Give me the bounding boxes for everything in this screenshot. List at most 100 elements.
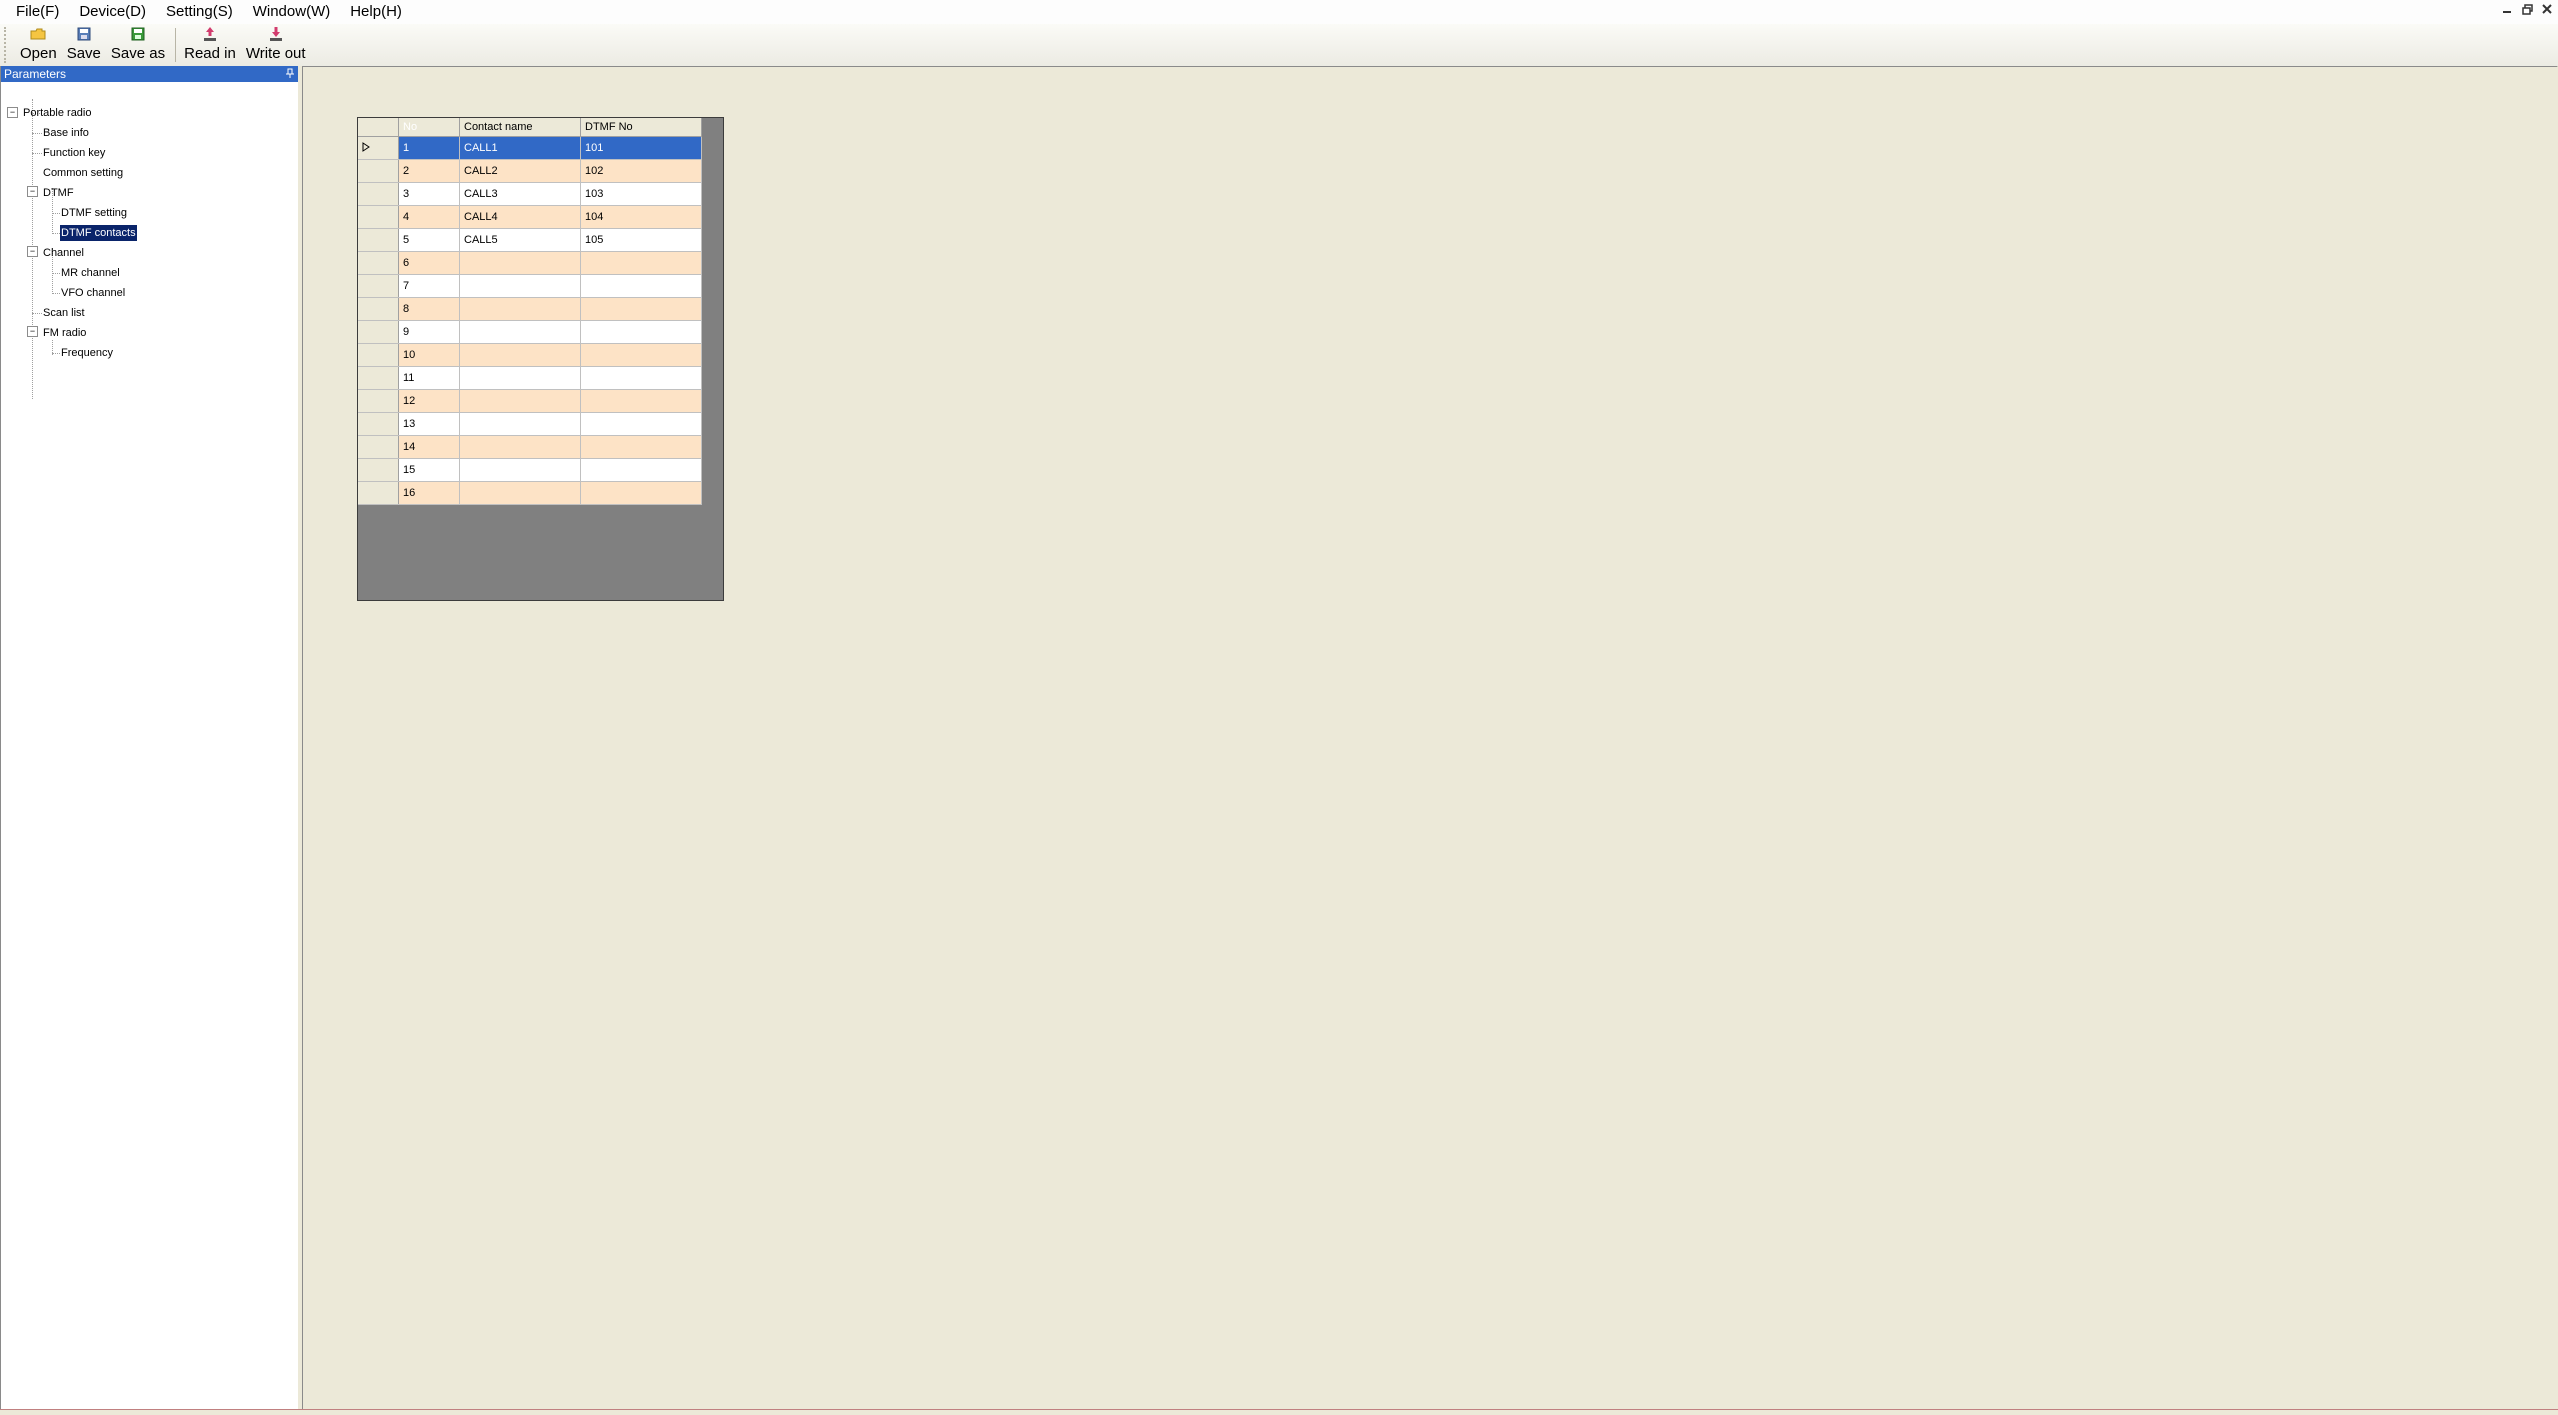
save-as-button[interactable]: Save as	[107, 24, 169, 62]
tree-item-frequency[interactable]: Frequency	[61, 345, 113, 361]
cell-dtmf-no[interactable]	[580, 274, 702, 298]
cell-no[interactable]: 3	[398, 182, 460, 206]
row-header[interactable]	[358, 136, 399, 160]
table-row[interactable]: 12	[358, 389, 702, 413]
cell-no[interactable]: 1	[398, 136, 460, 160]
close-icon[interactable]	[2540, 2, 2554, 16]
row-header[interactable]	[358, 366, 399, 390]
cell-dtmf-no[interactable]: 105	[580, 228, 702, 252]
tree-item-vfo-channel[interactable]: VFO channel	[61, 285, 125, 301]
cell-dtmf-no[interactable]	[580, 458, 702, 482]
cell-dtmf-no[interactable]	[580, 435, 702, 459]
tree-item-dtmf-setting[interactable]: DTMF setting	[61, 205, 127, 221]
row-header[interactable]	[358, 251, 399, 275]
menu-file[interactable]: File(F)	[0, 0, 69, 24]
cell-no[interactable]: 8	[398, 297, 460, 321]
table-row[interactable]: 11	[358, 366, 702, 390]
table-row[interactable]: 7	[358, 274, 702, 298]
table-row[interactable]: 16	[358, 481, 702, 505]
tree-item-function-key[interactable]: Function key	[43, 145, 105, 161]
row-header[interactable]	[358, 228, 399, 252]
cell-no[interactable]: 7	[398, 274, 460, 298]
cell-no[interactable]: 14	[398, 435, 460, 459]
cell-contact-name[interactable]: CALL4	[459, 205, 581, 229]
cell-no[interactable]: 10	[398, 343, 460, 367]
cell-no[interactable]: 13	[398, 412, 460, 436]
table-row[interactable]: 4 CALL4 104	[358, 205, 702, 229]
cell-contact-name[interactable]: CALL3	[459, 182, 581, 206]
table-row[interactable]: 5 CALL5 105	[358, 228, 702, 252]
cell-dtmf-no[interactable]: 101	[580, 136, 702, 160]
cell-dtmf-no[interactable]: 104	[580, 205, 702, 229]
table-row[interactable]: 1 CALL1 101	[358, 136, 702, 160]
cell-no[interactable]: 15	[398, 458, 460, 482]
open-button[interactable]: Open	[16, 24, 61, 62]
cell-dtmf-no[interactable]: 103	[580, 182, 702, 206]
cell-dtmf-no[interactable]	[580, 297, 702, 321]
cell-no[interactable]: 2	[398, 159, 460, 183]
cell-no[interactable]: 5	[398, 228, 460, 252]
restore-icon[interactable]	[2520, 2, 2534, 16]
table-row[interactable]: 14	[358, 435, 702, 459]
cell-dtmf-no[interactable]	[580, 481, 702, 505]
collapse-icon[interactable]: −	[27, 186, 38, 197]
cell-contact-name[interactable]	[459, 343, 581, 367]
cell-contact-name[interactable]	[459, 320, 581, 344]
row-header[interactable]	[358, 297, 399, 321]
row-header[interactable]	[358, 435, 399, 459]
minimize-icon[interactable]	[2500, 2, 2514, 16]
cell-dtmf-no[interactable]	[580, 412, 702, 436]
menu-setting[interactable]: Setting(S)	[156, 0, 243, 24]
tree-item-common-setting[interactable]: Common setting	[43, 165, 123, 181]
cell-contact-name[interactable]: CALL5	[459, 228, 581, 252]
save-button[interactable]: Save	[63, 24, 105, 62]
cell-dtmf-no[interactable]	[580, 366, 702, 390]
row-header[interactable]	[358, 159, 399, 183]
menu-device[interactable]: Device(D)	[69, 0, 156, 24]
row-header[interactable]	[358, 343, 399, 367]
table-row[interactable]: 10	[358, 343, 702, 367]
row-header[interactable]	[358, 320, 399, 344]
table-row[interactable]: 3 CALL3 103	[358, 182, 702, 206]
read-in-button[interactable]: Read in	[180, 24, 240, 62]
write-out-button[interactable]: Write out	[242, 24, 310, 62]
cell-no[interactable]: 11	[398, 366, 460, 390]
cell-no[interactable]: 9	[398, 320, 460, 344]
cell-no[interactable]: 6	[398, 251, 460, 275]
cell-contact-name[interactable]	[459, 297, 581, 321]
cell-contact-name[interactable]	[459, 458, 581, 482]
column-header-dtmf-no[interactable]: DTMF No	[580, 118, 702, 137]
table-row[interactable]: 8	[358, 297, 702, 321]
table-row[interactable]: 6	[358, 251, 702, 275]
cell-contact-name[interactable]	[459, 274, 581, 298]
table-row[interactable]: 13	[358, 412, 702, 436]
tree-item-dtmf-contacts[interactable]: DTMF contacts	[60, 225, 137, 241]
row-header[interactable]	[358, 205, 399, 229]
row-header[interactable]	[358, 481, 399, 505]
cell-no[interactable]: 16	[398, 481, 460, 505]
tree-item-dtmf[interactable]: DTMF	[43, 185, 74, 201]
cell-contact-name[interactable]	[459, 435, 581, 459]
cell-contact-name[interactable]	[459, 366, 581, 390]
cell-dtmf-no[interactable]	[580, 320, 702, 344]
cell-contact-name[interactable]: CALL2	[459, 159, 581, 183]
row-header[interactable]	[358, 182, 399, 206]
cell-contact-name[interactable]	[459, 481, 581, 505]
tree-item-base-info[interactable]: Base info	[43, 125, 89, 141]
tree-item-mr-channel[interactable]: MR channel	[61, 265, 120, 281]
cell-no[interactable]: 12	[398, 389, 460, 413]
cell-contact-name[interactable]	[459, 251, 581, 275]
collapse-icon[interactable]: −	[27, 326, 38, 337]
cell-dtmf-no[interactable]	[580, 343, 702, 367]
menu-help[interactable]: Help(H)	[340, 0, 412, 24]
cell-contact-name[interactable]: CALL1	[459, 136, 581, 160]
table-row[interactable]: 15	[358, 458, 702, 482]
collapse-icon[interactable]: −	[7, 107, 18, 118]
column-header-no[interactable]: No	[398, 118, 460, 137]
collapse-icon[interactable]: −	[27, 246, 38, 257]
cell-dtmf-no[interactable]: 102	[580, 159, 702, 183]
column-header-contact-name[interactable]: Contact name	[459, 118, 581, 137]
cell-no[interactable]: 4	[398, 205, 460, 229]
tree-item-channel[interactable]: Channel	[43, 245, 84, 261]
cell-dtmf-no[interactable]	[580, 251, 702, 275]
